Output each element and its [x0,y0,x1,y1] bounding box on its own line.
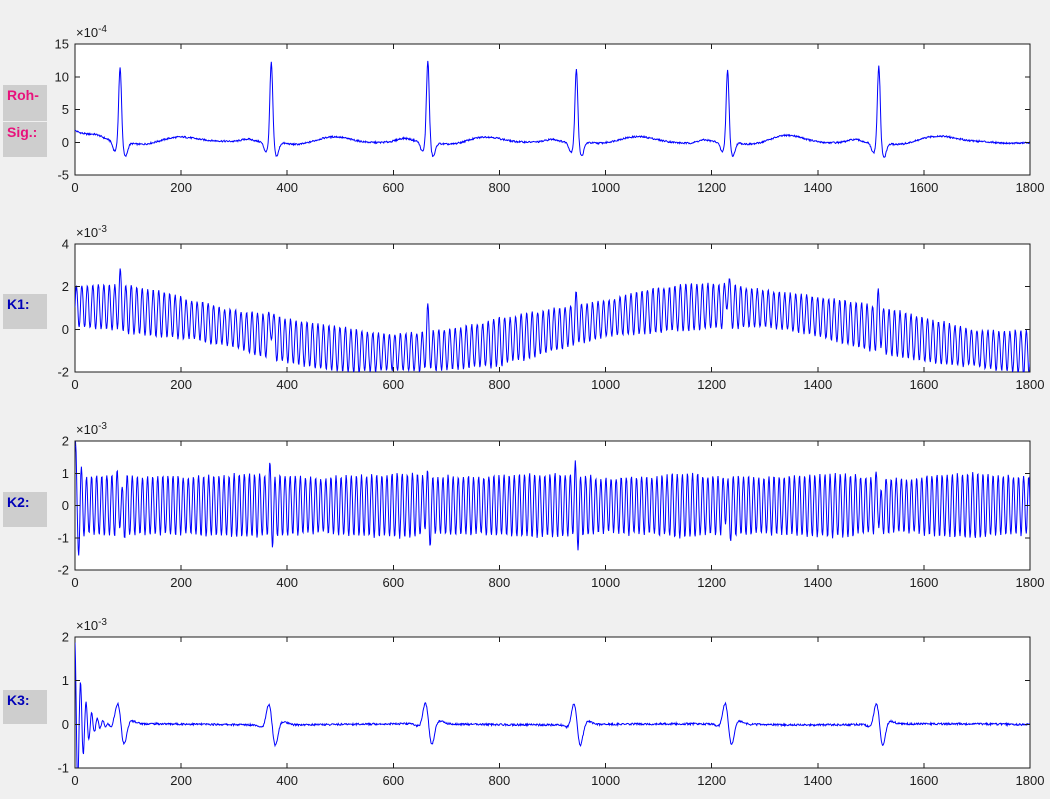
plot-k2: 0 200 400 600 800 1000 1200 1400 1600 1800 -2 -1 0 1 2… [0,417,1050,613]
plot-k1: 020040060080010001200140016001800-2024×1… [0,220,1050,416]
x-tick-label: 400 [276,773,298,788]
x-tick-label: 1800 [1016,180,1045,195]
x-tick-label: 1000 [591,180,620,195]
y-tick-label: 2 [62,434,69,449]
x-tick-label: 1800 [1016,575,1045,590]
x-tick-label: 0 [71,377,78,392]
y-tick-label: 0 [62,498,69,513]
y-tick-label: -2 [57,563,69,578]
y-tick-label: 10 [55,69,69,84]
y-tick-label: -1 [57,530,69,545]
x-tick-label: 200 [170,773,192,788]
x-tick-label: 800 [489,773,511,788]
x-tick-label: 1600 [909,773,938,788]
y-tick-label: 0 [62,322,69,337]
x-tick-label: 1600 [909,575,938,590]
plot-k3: 020040060080010001200140016001800-1012×1… [0,613,1050,799]
y-tick-label: 5 [62,102,69,117]
y-axis-exponent: ×10-4 [76,24,107,40]
x-tick-label: 800 [489,180,511,195]
y-tick-label: 15 [55,37,69,52]
x-tick-label: 1400 [803,773,832,788]
x-tick-label: 600 [382,377,404,392]
x-tick-label: 0 [71,575,78,590]
x-tick-label: 800 [489,575,511,590]
y-tick-label: 1 [62,673,69,688]
y-tick-label: -5 [57,168,69,183]
x-tick-label: 400 [276,575,298,590]
matlab-figure-window: Roh- Sig.: K1: K2: K3: 02004006008001000… [0,0,1050,799]
y-tick-label: 1 [62,466,69,481]
y-axis-exponent: ×10-3 [76,224,107,240]
x-tick-label: 1400 [803,377,832,392]
x-tick-label: 400 [276,180,298,195]
axes-box [75,441,1030,570]
x-tick-label: 1800 [1016,773,1045,788]
y-tick-label: 4 [62,237,69,252]
x-tick-label: 1200 [697,377,726,392]
y-tick-label: -2 [57,365,69,380]
x-tick-label: 200 [170,575,192,590]
x-tick-label: 800 [489,377,511,392]
y-tick-label: 2 [62,279,69,294]
axes-box [75,44,1030,175]
x-tick-label: 200 [170,377,192,392]
y-axis-exponent: ×10-3 [76,421,107,437]
x-tick-label: 1400 [803,180,832,195]
plot-roh-signal: 020040060080010001200140016001800-505101… [0,20,1050,216]
x-tick-label: 200 [170,180,192,195]
y-tick-label: -1 [57,761,69,776]
y-tick-label: 2 [62,630,69,645]
x-tick-label: 0 [71,773,78,788]
x-tick-label: 1000 [591,773,620,788]
x-tick-label: 1000 [591,575,620,590]
x-tick-label: 1200 [697,180,726,195]
x-tick-label: 400 [276,377,298,392]
x-tick-label: 1600 [909,180,938,195]
y-axis-exponent: ×10-3 [76,617,107,633]
x-tick-label: 0 [71,180,78,195]
x-tick-label: 1200 [697,575,726,590]
x-tick-label: 600 [382,180,404,195]
y-tick-label: 0 [62,135,69,150]
x-tick-label: 1400 [803,575,832,590]
x-tick-label: 1600 [909,377,938,392]
x-tick-label: 1000 [591,377,620,392]
y-tick-label: 0 [62,717,69,732]
x-tick-label: 1800 [1016,377,1045,392]
x-tick-label: 600 [382,773,404,788]
x-tick-label: 600 [382,575,404,590]
axes-box [75,637,1030,768]
x-tick-label: 1200 [697,773,726,788]
